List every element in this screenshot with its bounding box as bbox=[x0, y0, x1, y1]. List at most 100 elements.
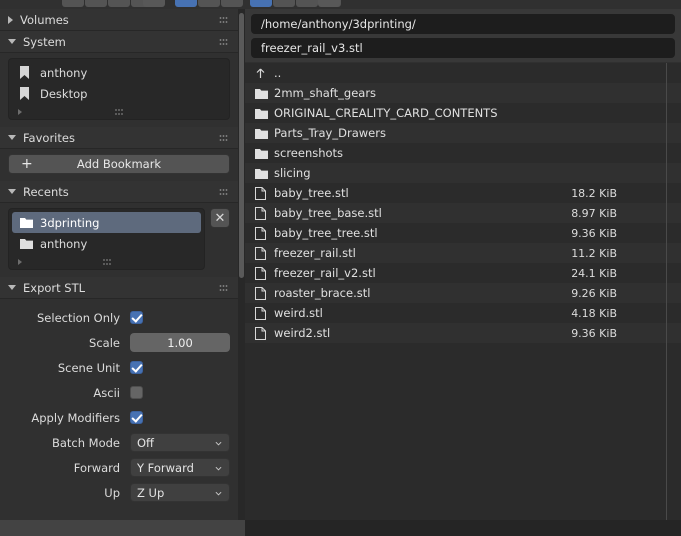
file-name: 2mm_shaft_gears bbox=[274, 86, 377, 100]
sidebar-footer bbox=[0, 505, 238, 520]
filename-input[interactable]: freezer_rail_v3.stl bbox=[251, 38, 675, 58]
list-item[interactable]: 3dprinting bbox=[12, 212, 201, 233]
file-size: 4.18 KiB bbox=[571, 306, 617, 320]
path-inputs: /home/anthony/3dprinting/ freezer_rail_v… bbox=[245, 9, 681, 62]
list-resize-footer[interactable] bbox=[9, 104, 229, 119]
table-row[interactable]: 2mm_shaft_gears bbox=[245, 83, 681, 103]
table-row[interactable]: slicing bbox=[245, 163, 681, 183]
sort-alpha-button[interactable] bbox=[250, 0, 272, 7]
nav-back-button[interactable] bbox=[62, 0, 84, 7]
forward-axis-dropdown[interactable]: Y Forward bbox=[130, 458, 230, 477]
sidebar-section-volumes[interactable]: Volumes bbox=[0, 9, 238, 31]
folder-icon bbox=[255, 168, 274, 179]
sidebar-section-title: System bbox=[23, 34, 66, 49]
drag-grip-icon[interactable] bbox=[219, 284, 228, 291]
table-row[interactable]: Parts_Tray_Drawers bbox=[245, 123, 681, 143]
file-list[interactable]: .. 2mm_shaft_gears ORIGINAL_CREALITY_CAR… bbox=[245, 63, 681, 520]
sidebar-section-favorites[interactable]: Favorites bbox=[0, 127, 238, 149]
list-item-label: 3dprinting bbox=[40, 215, 100, 230]
list-item[interactable]: anthony bbox=[12, 233, 201, 254]
file-icon bbox=[255, 286, 274, 300]
drag-grip-icon[interactable] bbox=[219, 38, 228, 45]
table-row[interactable]: baby_tree_base.stl 8.97 KiB bbox=[245, 203, 681, 223]
list-item-label: anthony bbox=[40, 65, 88, 80]
drag-grip-icon[interactable] bbox=[114, 108, 124, 115]
file-icon bbox=[255, 306, 274, 320]
chevron-right-icon bbox=[18, 108, 22, 115]
sort-ext-button[interactable] bbox=[273, 0, 295, 7]
property-row-scene-unit: Scene Unit bbox=[0, 355, 224, 380]
table-row[interactable]: weird2.stl 9.36 KiB bbox=[245, 323, 681, 343]
property-row-scale: Scale 1.00 bbox=[0, 330, 230, 355]
file-size: 11.2 KiB bbox=[571, 246, 617, 260]
selection-only-checkbox[interactable] bbox=[130, 311, 143, 324]
add-bookmark-button[interactable]: + Add Bookmark bbox=[8, 154, 230, 174]
recents-body: 3dprinting anthony ✕ bbox=[0, 203, 238, 277]
new-folder-button[interactable] bbox=[143, 0, 165, 7]
display-list-short-button[interactable] bbox=[175, 0, 197, 7]
status-bar-left-segment bbox=[0, 520, 245, 536]
drag-grip-icon[interactable] bbox=[219, 188, 228, 195]
up-axis-value: Z Up bbox=[137, 485, 165, 500]
file-name: baby_tree_base.stl bbox=[274, 206, 382, 220]
status-bar bbox=[0, 520, 681, 536]
sidebar-scrollbar-thumb[interactable] bbox=[239, 13, 244, 278]
drag-grip-icon[interactable] bbox=[219, 134, 228, 141]
clear-recents-button[interactable]: ✕ bbox=[210, 208, 230, 228]
nav-forward-button[interactable] bbox=[85, 0, 107, 7]
bookmark-icon bbox=[20, 87, 37, 100]
property-label: Scene Unit bbox=[57, 360, 120, 375]
up-axis-dropdown[interactable]: Z Up bbox=[130, 483, 230, 502]
sort-time-button[interactable] bbox=[296, 0, 318, 7]
table-row[interactable]: baby_tree.stl 18.2 KiB bbox=[245, 183, 681, 203]
apply-modifiers-checkbox[interactable] bbox=[130, 411, 143, 424]
sidebar-scrollbar[interactable] bbox=[238, 9, 245, 520]
sidebar-section-system[interactable]: System bbox=[0, 31, 238, 53]
file-name: baby_tree_tree.stl bbox=[274, 226, 378, 240]
list-resize-footer[interactable] bbox=[9, 254, 204, 269]
file-name: roaster_brace.stl bbox=[274, 286, 371, 300]
table-row[interactable]: freezer_rail.stl 11.2 KiB bbox=[245, 243, 681, 263]
chevron-right-icon bbox=[8, 15, 13, 24]
plus-icon: + bbox=[21, 156, 33, 172]
scene-unit-checkbox[interactable] bbox=[130, 361, 143, 374]
sidebar-section-title: Favorites bbox=[23, 130, 75, 145]
property-label: Selection Only bbox=[37, 310, 120, 325]
filter-button[interactable] bbox=[318, 0, 340, 7]
list-item[interactable]: Desktop bbox=[12, 83, 226, 104]
batch-mode-dropdown[interactable]: Off bbox=[130, 433, 230, 452]
batch-mode-value: Off bbox=[137, 435, 154, 450]
table-row[interactable]: ORIGINAL_CREALITY_CARD_CONTENTS bbox=[245, 103, 681, 123]
bookmark-icon bbox=[20, 66, 37, 79]
table-row[interactable]: weird.stl 4.18 KiB bbox=[245, 303, 681, 323]
sidebar-section-export-stl[interactable]: Export STL bbox=[0, 277, 238, 299]
file-name: freezer_rail_v2.stl bbox=[274, 266, 376, 280]
file-name: ORIGINAL_CREALITY_CARD_CONTENTS bbox=[274, 106, 498, 120]
table-row[interactable]: baby_tree_tree.stl 9.36 KiB bbox=[245, 223, 681, 243]
property-row-forward: Forward Y Forward bbox=[0, 455, 230, 480]
directory-path-input[interactable]: /home/anthony/3dprinting/ bbox=[251, 14, 675, 34]
file-name: Parts_Tray_Drawers bbox=[274, 126, 386, 140]
chevron-down-icon bbox=[8, 39, 16, 44]
table-row[interactable]: screenshots bbox=[245, 143, 681, 163]
table-row[interactable]: freezer_rail_v2.stl 24.1 KiB bbox=[245, 263, 681, 283]
folder-icon bbox=[20, 217, 37, 228]
drag-grip-icon[interactable] bbox=[102, 258, 111, 265]
display-list-long-button[interactable] bbox=[198, 0, 220, 7]
nav-up-button[interactable] bbox=[108, 0, 130, 7]
file-icon bbox=[255, 246, 274, 260]
file-browser-dialog: Volumes System anthony Desktop Favorites… bbox=[0, 0, 681, 536]
list-item[interactable]: anthony bbox=[12, 62, 226, 83]
ascii-checkbox[interactable] bbox=[130, 386, 143, 399]
sidebar-section-recents[interactable]: Recents bbox=[0, 181, 238, 203]
display-thumbnails-button[interactable] bbox=[221, 0, 243, 7]
scale-field[interactable]: 1.00 bbox=[130, 333, 230, 352]
sidebar: Volumes System anthony Desktop Favorites… bbox=[0, 9, 238, 520]
property-row-apply-modifiers: Apply Modifiers bbox=[0, 405, 224, 430]
table-row[interactable]: .. bbox=[245, 63, 681, 83]
table-row[interactable]: roaster_brace.stl 9.26 KiB bbox=[245, 283, 681, 303]
drag-grip-icon[interactable] bbox=[219, 16, 228, 23]
favorites-body: + Add Bookmark bbox=[0, 149, 238, 181]
system-bookmark-list: anthony Desktop bbox=[8, 58, 230, 120]
chevron-right-icon bbox=[18, 258, 22, 265]
